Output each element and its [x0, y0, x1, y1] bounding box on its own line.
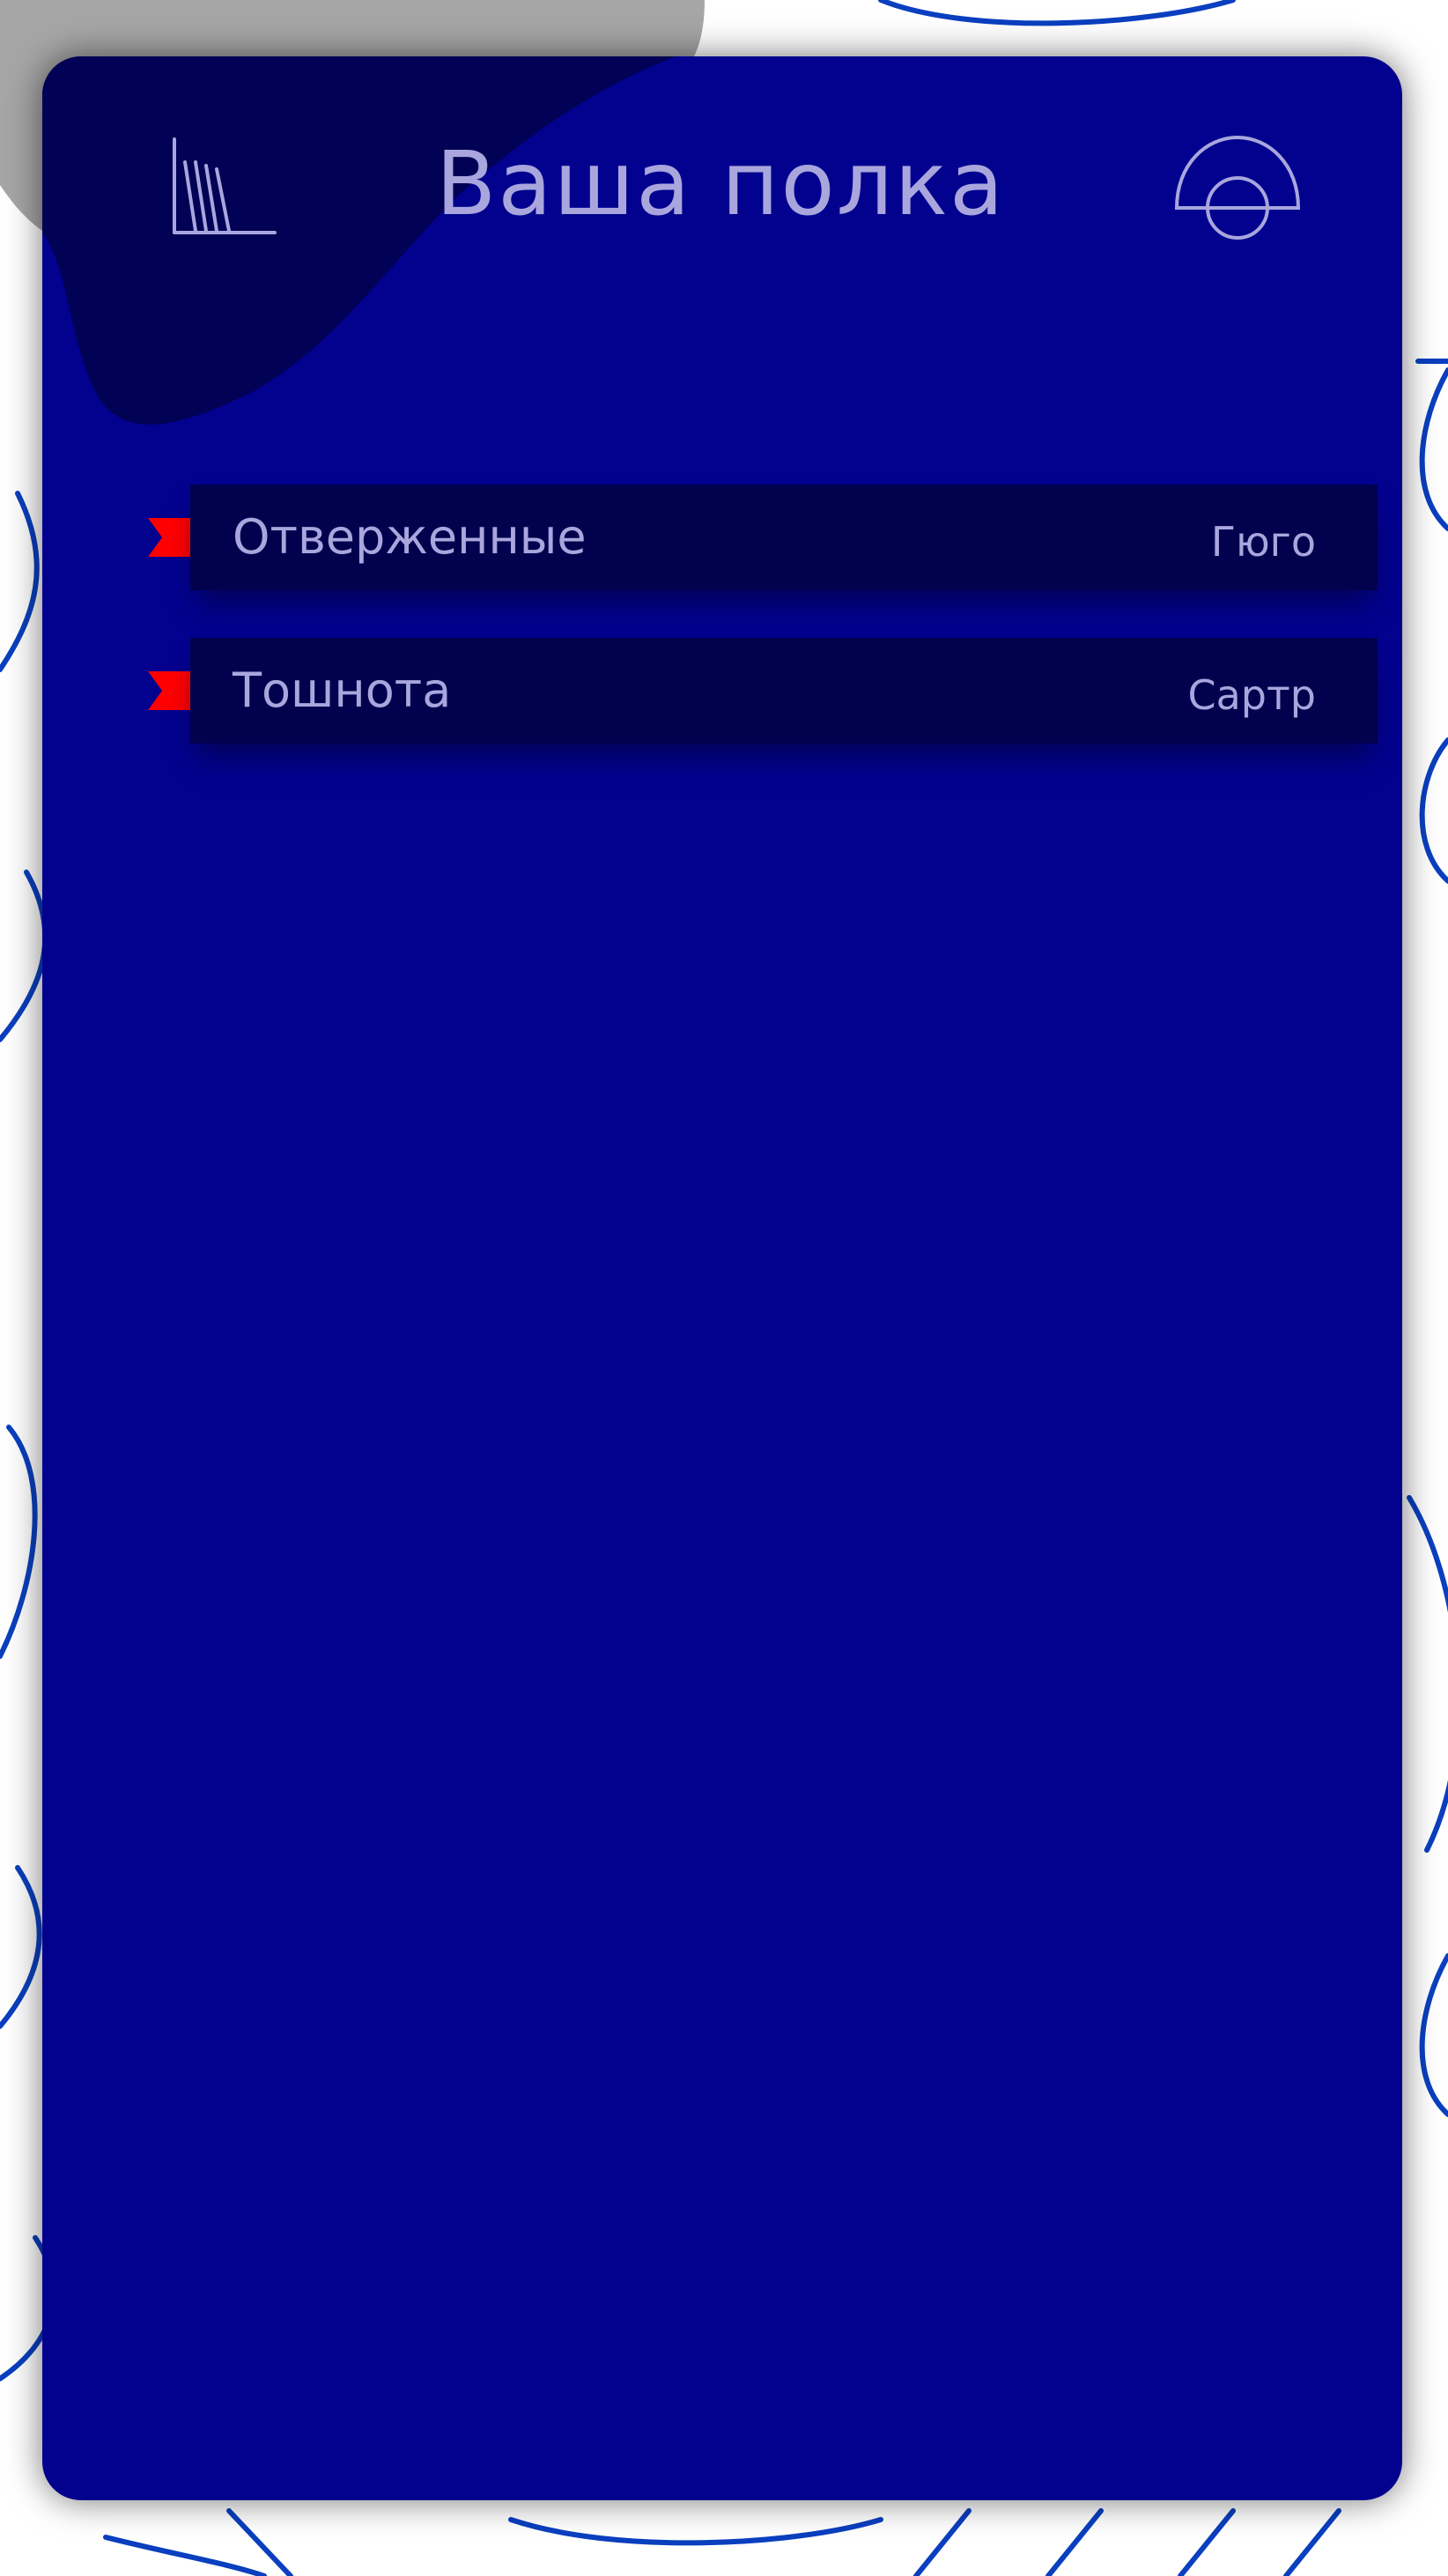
list-item[interactable]: Отверженные Гюго — [148, 485, 1378, 590]
book-author: Сартр — [1187, 671, 1316, 719]
page-title: Ваша полка — [435, 132, 1006, 235]
book-row[interactable]: Тошнота Сартр — [190, 638, 1378, 744]
shelf-card: Ваша полка Отверженные Гюго Тошнота Сарт… — [42, 56, 1402, 2500]
bookshelf-icon[interactable] — [166, 136, 280, 241]
profile-icon[interactable] — [1171, 129, 1304, 243]
bookmark-ribbon-icon — [148, 518, 194, 557]
header-blob — [42, 56, 676, 425]
bookmark-ribbon-icon — [148, 671, 194, 710]
book-row[interactable]: Отверженные Гюго — [190, 485, 1378, 590]
book-author: Гюго — [1210, 518, 1316, 566]
book-title: Тошнота — [233, 663, 452, 718]
book-title: Отверженные — [233, 509, 587, 565]
list-item[interactable]: Тошнота Сартр — [148, 638, 1378, 744]
